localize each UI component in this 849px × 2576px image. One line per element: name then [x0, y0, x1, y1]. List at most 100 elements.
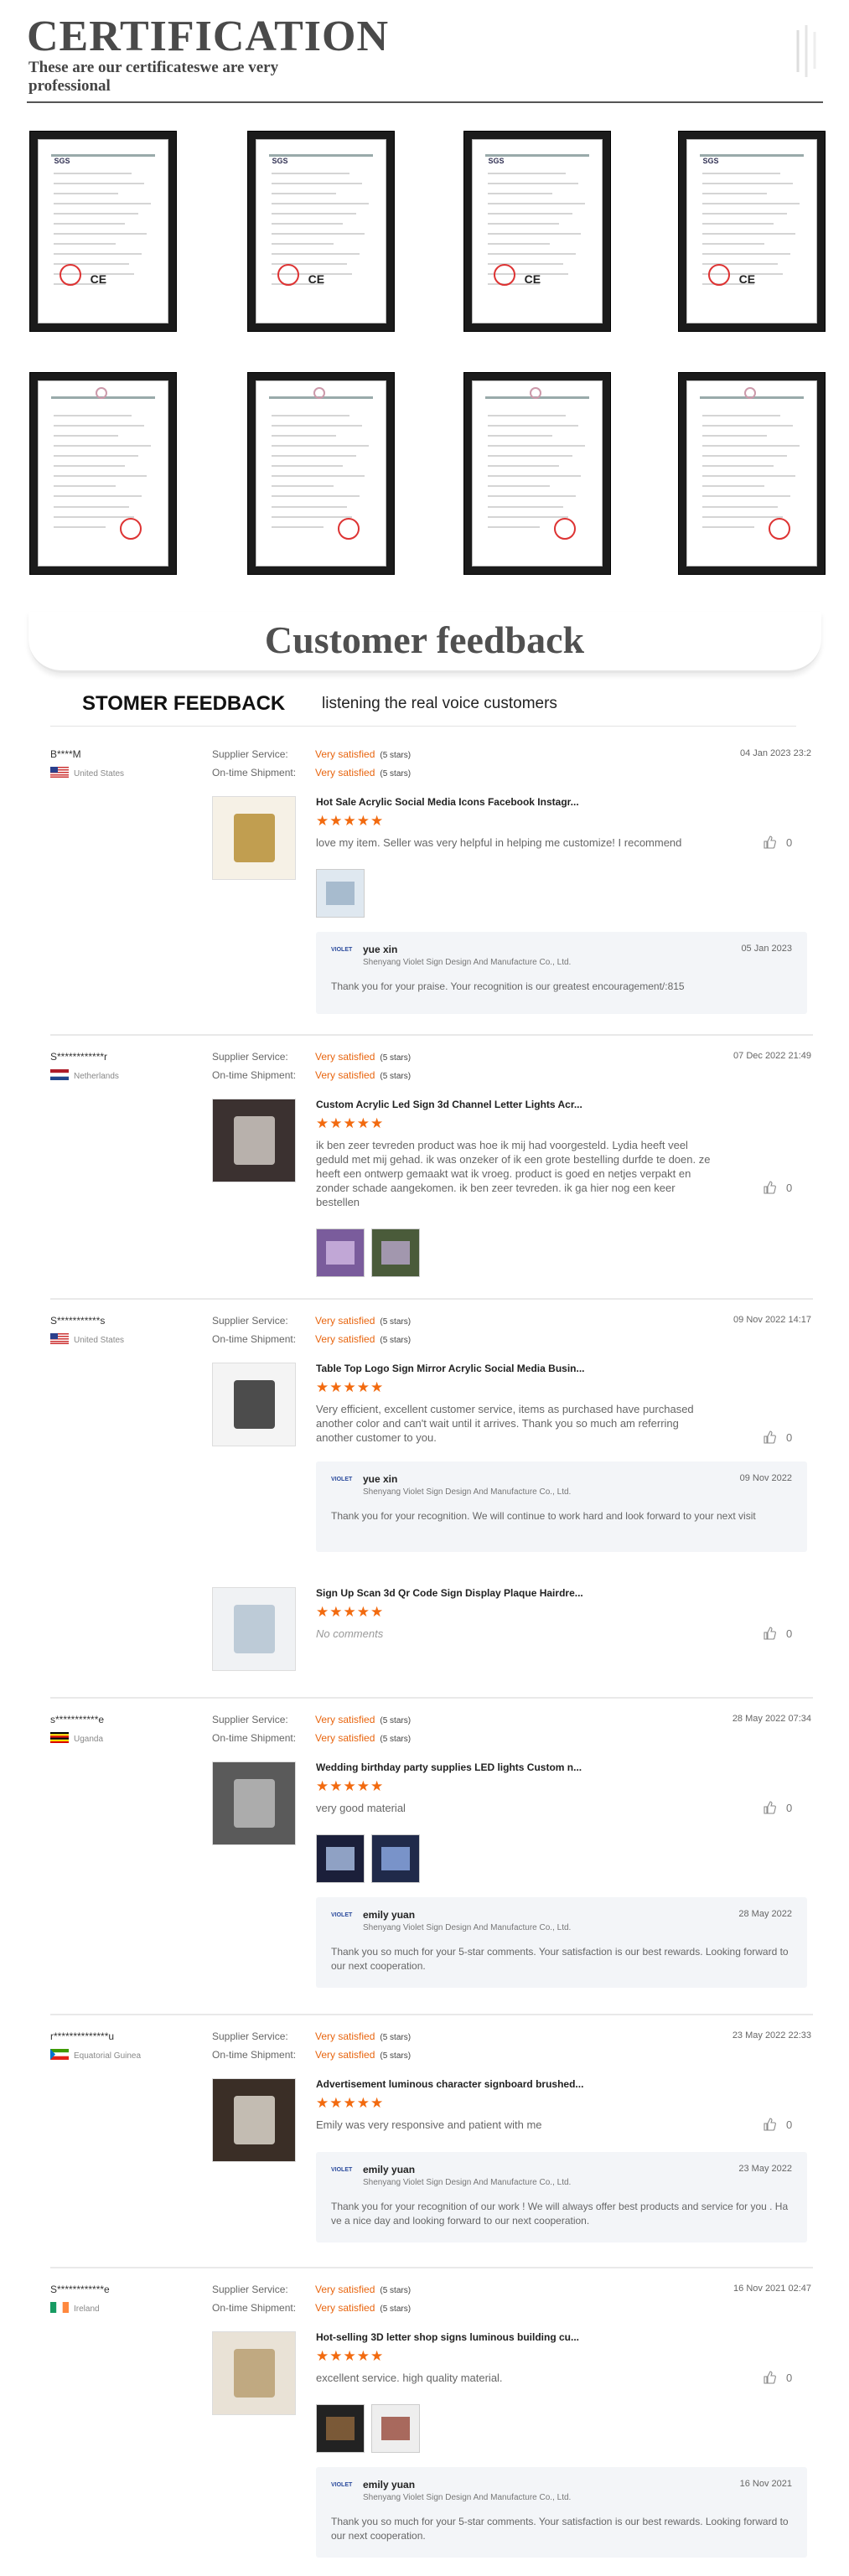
seller-reply-name: emily yuan — [363, 1909, 416, 1921]
seller-reply-name: yue xin — [363, 1473, 398, 1485]
product-thumbnail[interactable] — [212, 2078, 296, 2162]
review-comment: ik ben zeer tevreden product was hoe ik … — [316, 1139, 711, 1208]
certificate-image: SGS CE — [472, 139, 603, 323]
review-photo[interactable] — [316, 869, 365, 918]
like-count: 0 — [786, 1181, 793, 1194]
review-comment: No comments — [316, 1627, 384, 1640]
star-rating: ★★★★★ — [316, 1115, 385, 1131]
review-photo[interactable] — [316, 2404, 365, 2453]
product-thumbnail[interactable] — [212, 796, 296, 880]
shipment-label: On-time Shipment: — [212, 1732, 297, 1744]
seller-company: Shenyang Violet Sign Design And Manufact… — [363, 2493, 572, 2502]
country-flag-icon — [50, 1732, 69, 1746]
seller-reply: VIOLET emily yuan Shenyang Violet Sign Des… — [316, 2467, 807, 2558]
buyer-country: Uganda — [50, 1732, 103, 1746]
seller-reply-text: Thank you so much for your 5-star commen… — [331, 1946, 789, 1972]
seller-reply-text: Thank you for your praise. Your recognit… — [331, 980, 685, 992]
seller-logo-icon: VIOLET — [331, 947, 353, 953]
buyer-name: r**************u — [50, 2030, 115, 2042]
supplier-service-rating: Very satisfied (5 stars) — [315, 1315, 412, 1327]
seller-reply-text: Thank you for your recognition. We will … — [331, 1510, 756, 1522]
product-thumbnail[interactable] — [212, 1587, 296, 1671]
decorative-lines — [796, 25, 816, 77]
country-label: Ireland — [74, 2304, 100, 2314]
shipment-rating: Very satisfied (5 stars) — [315, 2302, 412, 2314]
supplier-service-rating: Very satisfied (5 stars) — [315, 2284, 412, 2295]
certificate-frame: SGS CE — [464, 132, 610, 331]
review-photo[interactable] — [316, 1229, 365, 1277]
seller-reply: VIOLET yue xin Shenyang Violet Sign Design… — [316, 932, 807, 1014]
star-rating: ★★★★★ — [316, 813, 385, 829]
seller-logo-icon: VIOLET — [331, 1912, 353, 1918]
review-photo[interactable] — [371, 2404, 420, 2453]
like-button[interactable]: 0 — [763, 1181, 792, 1194]
supplier-service-label: Supplier Service: — [212, 748, 288, 760]
product-thumbnail[interactable] — [212, 1761, 296, 1845]
product-title-link[interactable]: Hot-selling 3D letter shop signs luminou… — [316, 2331, 579, 2343]
like-button[interactable]: 0 — [763, 2371, 792, 2384]
thumbs-up-icon — [764, 2371, 776, 2384]
seller-reply: VIOLET yue xin Shenyang Violet Sign Design… — [316, 1461, 807, 1552]
supplier-service-label: Supplier Service: — [212, 1714, 288, 1725]
like-button[interactable]: 0 — [763, 1627, 792, 1640]
like-button[interactable]: 0 — [763, 835, 792, 849]
product-title-link[interactable]: Advertisement luminous character signboa… — [316, 2078, 583, 2090]
country-label: Uganda — [74, 1734, 104, 1744]
shipment-rating: Very satisfied (5 stars) — [315, 1069, 412, 1081]
divider — [27, 101, 823, 103]
seller-reply: VIOLET emily yuan Shenyang Violet Sign Des… — [316, 2152, 807, 2242]
certificate-frame — [248, 373, 394, 574]
seller-reply: VIOLET emily yuan Shenyang Violet Sign Des… — [316, 1897, 807, 1988]
review-photo[interactable] — [371, 1229, 420, 1277]
product-thumbnail[interactable] — [212, 1363, 296, 1446]
review-photos — [316, 1834, 420, 1883]
review-date: 23 May 2022 22:33 — [732, 2030, 811, 2041]
review-photo[interactable] — [316, 1834, 365, 1883]
thumbs-up-icon — [764, 1627, 776, 1640]
seller-reply-name: emily yuan — [363, 2479, 416, 2491]
supplier-service-rating: Very satisfied (5 stars) — [315, 1714, 412, 1725]
shipment-label: On-time Shipment: — [212, 2049, 297, 2061]
review-photos — [316, 869, 365, 918]
product-title-link[interactable]: Hot Sale Acrylic Social Media Icons Face… — [316, 796, 579, 808]
seller-logo-icon: VIOLET — [331, 2482, 353, 2488]
buyer-name: S************r — [50, 1051, 108, 1063]
like-button[interactable]: 0 — [763, 1430, 792, 1444]
product-title-link[interactable]: Table Top Logo Sign Mirror Acrylic Socia… — [316, 1363, 584, 1374]
shipment-rating: Very satisfied (5 stars) — [315, 767, 412, 778]
country-label: United States — [74, 768, 125, 778]
seller-reply-text: Thank you so much for your 5-star commen… — [331, 2516, 789, 2542]
review-date: 09 Nov 2022 14:17 — [733, 1315, 811, 1325]
seller-company: Shenyang Violet Sign Design And Manufact… — [363, 1487, 572, 1497]
shipment-rating: Very satisfied (5 stars) — [315, 2049, 412, 2061]
country-flag-icon — [50, 1333, 69, 1347]
thumbs-up-icon — [764, 1801, 776, 1814]
buyer-country: Netherlands — [50, 1069, 119, 1083]
thumbs-up-icon — [764, 1181, 776, 1194]
product-thumbnail[interactable] — [212, 1099, 296, 1182]
product-thumbnail[interactable] — [212, 2331, 296, 2415]
like-button[interactable]: 0 — [763, 1801, 792, 1814]
product-title-link[interactable]: Wedding birthday party supplies LED ligh… — [316, 1761, 582, 1773]
shipment-rating: Very satisfied (5 stars) — [315, 1333, 412, 1345]
star-rating: ★★★★★ — [316, 2095, 385, 2111]
buyer-country: Ireland — [50, 2302, 100, 2315]
review-photo[interactable] — [371, 1834, 420, 1883]
feedback-banner-title: Customer feedback — [264, 618, 585, 661]
supplier-service-label: Supplier Service: — [212, 1051, 288, 1063]
product-title-link[interactable]: Sign Up Scan 3d Qr Code Sign Display Pla… — [316, 1587, 583, 1599]
like-count: 0 — [786, 2371, 793, 2384]
product-title-link[interactable]: Custom Acrylic Led Sign 3d Channel Lette… — [316, 1099, 582, 1110]
seller-reply-date: 05 Jan 2023 — [741, 944, 792, 954]
like-button[interactable]: 0 — [763, 2118, 792, 2131]
shipment-label: On-time Shipment: — [212, 1069, 297, 1081]
buyer-country: Equatorial Guinea — [50, 2049, 141, 2062]
buyer-country: United States — [50, 1333, 124, 1347]
review-photos — [316, 2404, 420, 2453]
seller-reply-date: 16 Nov 2021 — [739, 2479, 792, 2489]
divider — [50, 1034, 813, 1036]
review-date: 04 Jan 2023 23:2 — [739, 748, 811, 758]
seller-reply-text: Thank you for your recognition of our wo… — [331, 2201, 789, 2227]
review-date: 16 Nov 2021 02:47 — [733, 2284, 811, 2294]
certificate-image: SGS CE — [38, 139, 168, 323]
